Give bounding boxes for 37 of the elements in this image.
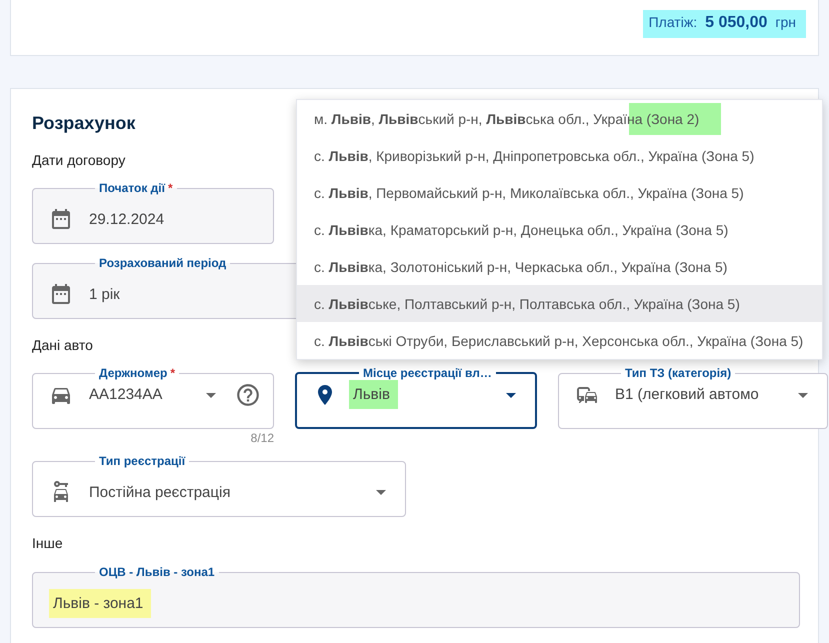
character-counter: 8/12 [250, 431, 274, 445]
field-value: 1 рік [88, 284, 121, 304]
payment-label: Платіж: [648, 14, 698, 30]
field-value: Львів [349, 380, 398, 409]
select-field[interactable]: Тип ТЗ (категорія) B1 (легковий автомо [558, 366, 828, 429]
select-field[interactable]: Держномер * AA1234AA [32, 366, 274, 429]
select-field[interactable]: Місце реєстрації вл… Львів [295, 366, 537, 429]
suggestion-item[interactable]: с. Львівка, Золотоніський р-н, Черкаська обл., Україна (Зона 5) [297, 248, 822, 285]
field-label: Держномер * [98, 366, 176, 380]
select-field[interactable]: Тип реєстрації Постійна реєстрація [32, 454, 406, 517]
field-value: B1 (легковий автомо [614, 385, 760, 405]
field-value: Львів - зона1 [49, 588, 152, 618]
calendar-icon [49, 207, 73, 231]
currency-label: грн [775, 14, 796, 30]
field-label: Початок дії * [98, 181, 174, 195]
suggestion-item[interactable]: с. Львівське, Полтавський р-н, Полтавська обл., Україна (Зона 5) [297, 285, 822, 322]
group-heading: Дані авто [32, 337, 93, 353]
field-label: Розрахований період [98, 256, 228, 270]
field-label: Місце реєстрації вл… [362, 366, 493, 380]
field-label: Тип ТЗ (категорія) [624, 366, 732, 380]
suggestion-item[interactable]: с. Львівка, Краматорський р-н, Донецька обл., Україна (Зона 5) [297, 211, 822, 248]
group-heading: Інше [32, 535, 63, 551]
read-only-field[interactable]: ОЦВ - Львів - зона1 Львів - зона1 [32, 565, 800, 628]
field-value: 29.12.2024 [88, 210, 166, 230]
section-title: Розрахунок [32, 113, 136, 134]
field-label: Тип реєстрації [98, 454, 186, 468]
suggestion-item[interactable]: с. Львів, Первомайський р-н, Миколаївська обл., Україна (Зона 5) [297, 174, 822, 211]
read-only-field[interactable]: Початок дії * 29.12.2024 [32, 181, 274, 244]
group-heading: Дати договору [32, 152, 126, 168]
payment-amount: 5 050,00 [705, 14, 768, 32]
field-label: ОЦВ - Львів - зона1 [98, 565, 216, 579]
calendar-icon [49, 282, 73, 306]
suggestion-item[interactable]: с. Львівські Отруби, Бериславський р-н, Херсонська обл., Україна (Зона 5) [297, 322, 822, 359]
field-value: AA1234AA [88, 385, 164, 405]
help-icon[interactable] [235, 382, 261, 408]
field-value: Постійна реєстрація [88, 482, 232, 502]
suggestion-item[interactable]: с. Львів, Криворізький р-н, Дніпропетровська обл., Україна (Зона 5) [297, 137, 822, 174]
